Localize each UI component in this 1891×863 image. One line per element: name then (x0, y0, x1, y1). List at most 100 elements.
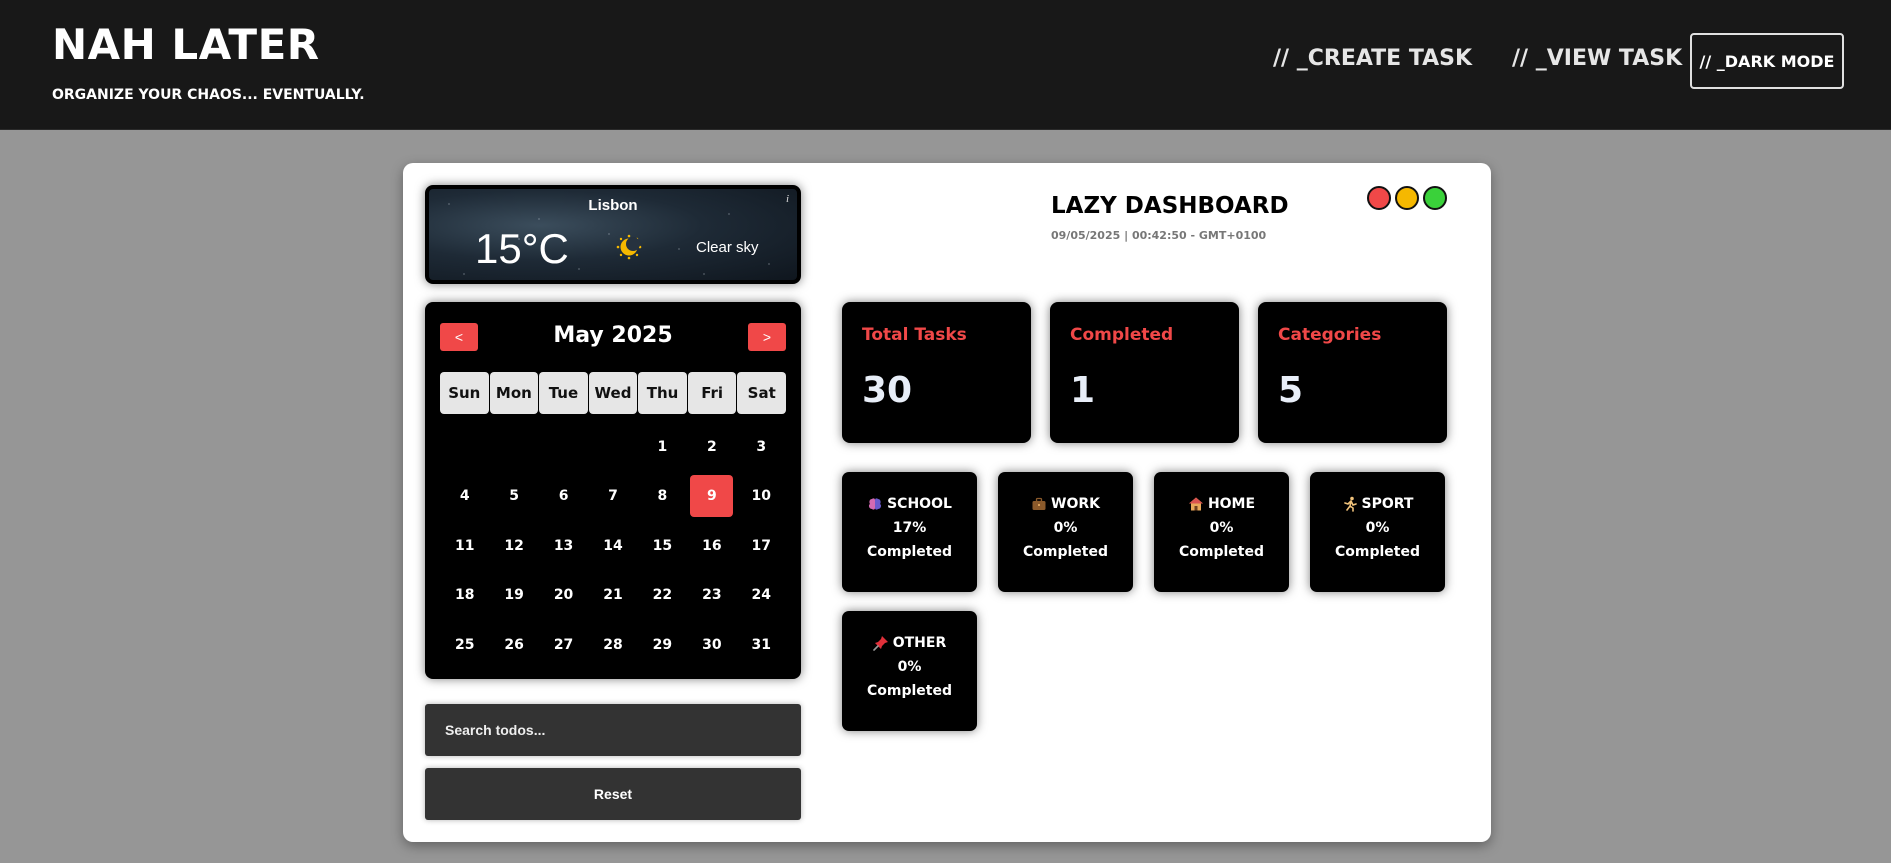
brain-icon (869, 498, 882, 510)
calendar-day-number: 24 (751, 587, 771, 604)
weekday-label: Sun (440, 372, 489, 414)
calendar-day[interactable]: 27 (539, 620, 588, 670)
calendar-day[interactable]: 22 (638, 571, 687, 621)
calendar-day-number: 29 (652, 636, 673, 653)
weekday-label: Mon (489, 372, 539, 414)
stat-card-total-tasks: Total Tasks 30 (842, 302, 1031, 443)
create-task-link[interactable]: // _CREATE TASK (1273, 46, 1472, 71)
calendar-day-number: 10 (751, 488, 771, 505)
calendar-day-number: 8 (657, 488, 668, 505)
calendar-day[interactable]: 7 (588, 472, 637, 522)
window-dot-red[interactable] (1367, 186, 1391, 210)
category-title: OTHER (872, 633, 946, 653)
calendar-day[interactable]: 21 (588, 571, 637, 621)
briefcase-icon (1032, 497, 1046, 510)
calendar-day[interactable]: 3 (737, 422, 786, 472)
reset-button[interactable]: Reset (425, 768, 801, 820)
calendar-day[interactable]: 28 (588, 620, 637, 670)
calendar-blank-cell (440, 422, 489, 472)
weekday-label: Fri (687, 372, 737, 414)
category-name: SPORT (1361, 496, 1414, 512)
stat-label: Categories (1278, 325, 1382, 345)
calendar-day[interactable]: 1 (638, 422, 687, 472)
calendar-widget: May 2025 < > Sun Mon Tue Wed Thu Fri Sat 12345… (425, 302, 801, 679)
window-dot-green[interactable] (1423, 186, 1447, 210)
search-input[interactable] (425, 704, 801, 756)
stat-card-completed: Completed 1 (1050, 302, 1239, 443)
category-title: SPORT (1342, 494, 1414, 514)
app-title[interactable]: NAH LATER (52, 20, 320, 69)
calendar-day[interactable]: 20 (539, 571, 588, 621)
category-completed-label: Completed (866, 544, 952, 560)
weekday-label: Wed (588, 372, 638, 414)
top-navbar: NAH LATER ORGANIZE YOUR CHAOS... EVENTUA… (0, 0, 1891, 130)
calendar-day-number: 16 (702, 537, 722, 554)
calendar-day-number: 7 (608, 488, 618, 505)
window-dot-yellow[interactable] (1395, 186, 1419, 210)
category-completed-label: Completed (1334, 544, 1420, 560)
calendar-day[interactable]: 12 (489, 521, 538, 571)
calendar-day-number: 26 (504, 636, 524, 653)
calendar-day-number: 27 (553, 636, 574, 653)
calendar-day-number: 18 (454, 587, 475, 604)
category-card-home[interactable]: HOME 0% Completed (1154, 472, 1289, 592)
calendar-day[interactable]: 26 (489, 620, 538, 670)
stat-card-categories: Categories 5 (1258, 302, 1447, 443)
category-completed-label: Completed (1022, 544, 1108, 560)
calendar-day-number: 1 (657, 438, 668, 455)
next-month-button[interactable]: > (748, 323, 786, 351)
dashboard-title: LAZY DASHBOARD (1051, 193, 1289, 219)
category-percent: 0% (1365, 520, 1390, 536)
calendar-weekday-header: Sun Mon Tue Wed Thu Fri Sat (440, 372, 786, 414)
category-completed-label: Completed (866, 683, 952, 699)
calendar-day-number: 12 (504, 537, 524, 554)
category-card-school[interactable]: SCHOOL 17% Completed (842, 472, 977, 592)
calendar-day-number: 6 (558, 488, 569, 505)
calendar-day[interactable]: 4 (440, 472, 489, 522)
calendar-day[interactable]: 30 (687, 620, 736, 670)
calendar-day[interactable]: 18 (440, 571, 489, 621)
stat-label: Total Tasks (862, 325, 967, 345)
weekday-label: Sat (737, 372, 786, 414)
calendar-day-number: 31 (751, 636, 771, 653)
calendar-day[interactable]: 13 (539, 521, 588, 571)
moon-clear-night-icon (616, 234, 642, 260)
calendar-day-number: 3 (756, 438, 767, 455)
calendar-day[interactable]: 11 (440, 521, 489, 571)
prev-month-button[interactable]: < (440, 323, 478, 351)
stat-value: 5 (1278, 370, 1304, 411)
calendar-day[interactable]: 25 (440, 620, 489, 670)
calendar-day[interactable]: 14 (588, 521, 637, 571)
calendar-day[interactable]: 6 (539, 472, 588, 522)
calendar-day-today[interactable]: 9 (687, 472, 736, 522)
calendar-day[interactable]: 5 (489, 472, 538, 522)
calendar-day-number: 17 (751, 537, 771, 554)
dashboard-datetime: 09/05/2025 | 00:42:50 - GMT+0100 (1051, 229, 1267, 242)
calendar-day[interactable]: 19 (489, 571, 538, 621)
calendar-day[interactable]: 29 (638, 620, 687, 670)
weather-city: Lisbon (588, 197, 638, 214)
calendar-day[interactable]: 10 (737, 472, 786, 522)
calendar-day[interactable]: 17 (737, 521, 786, 571)
calendar-day[interactable]: 16 (687, 521, 736, 571)
house-icon (1188, 497, 1203, 511)
calendar-day[interactable]: 24 (737, 571, 786, 621)
view-task-link[interactable]: // _VIEW TASK (1512, 46, 1682, 71)
category-card-other[interactable]: OTHER 0% Completed (842, 611, 977, 731)
category-card-work[interactable]: WORK 0% Completed (998, 472, 1133, 592)
calendar-day[interactable]: 2 (687, 422, 736, 472)
calendar-day-number: 20 (553, 587, 574, 604)
calendar-day[interactable]: 8 (638, 472, 687, 522)
calendar-day-number: 11 (454, 537, 475, 554)
dark-mode-button[interactable]: // _DARK MODE (1690, 33, 1844, 89)
calendar-day-number: 9 (690, 475, 734, 518)
category-name: HOME (1207, 496, 1256, 512)
stat-value: 30 (862, 370, 913, 411)
calendar-day-number: 23 (702, 587, 722, 604)
category-card-sport[interactable]: SPORT 0% Completed (1310, 472, 1445, 592)
category-percent: 17% (892, 520, 927, 536)
calendar-day[interactable]: 31 (737, 620, 786, 670)
info-icon[interactable]: i (786, 193, 789, 205)
calendar-day[interactable]: 23 (687, 571, 736, 621)
calendar-day[interactable]: 15 (638, 521, 687, 571)
